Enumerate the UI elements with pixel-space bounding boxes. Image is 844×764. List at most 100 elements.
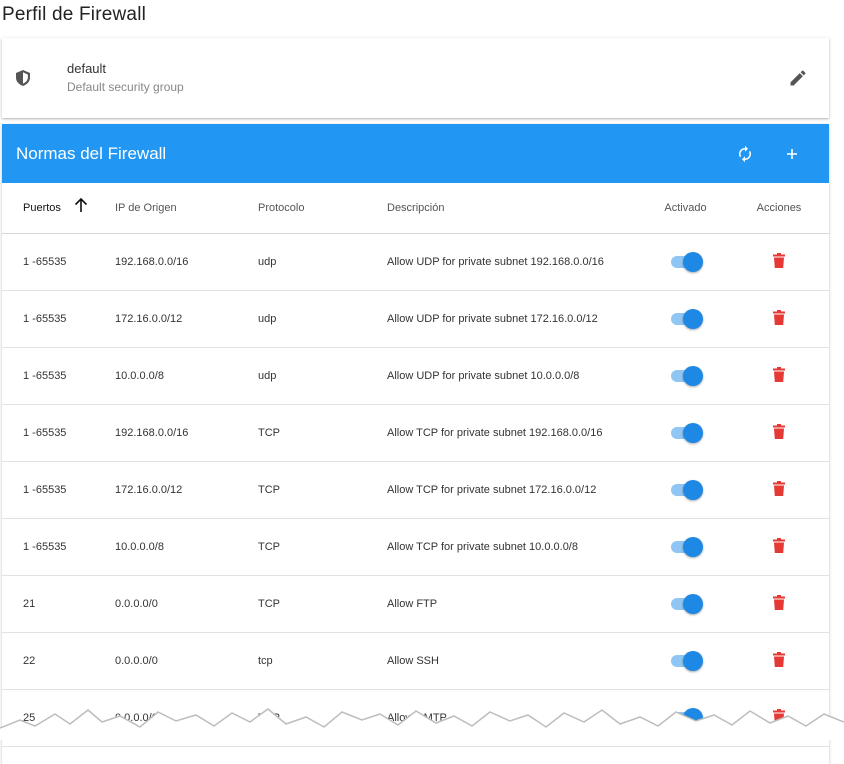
profile-card: default Default security group bbox=[2, 38, 829, 118]
column-header-enabled[interactable]: Activado bbox=[642, 183, 729, 234]
enabled-toggle[interactable] bbox=[670, 366, 703, 386]
cell-ports: 1 -65535 bbox=[2, 518, 115, 576]
toggle-thumb bbox=[682, 366, 703, 386]
toggle-thumb bbox=[682, 537, 703, 557]
firewall-rules-panel: Normas del Firewall Puertos IP de Origen… bbox=[2, 124, 829, 764]
cell-ports: 1 -65535 bbox=[2, 290, 115, 348]
edit-profile-button[interactable] bbox=[788, 68, 808, 88]
toggle-thumb bbox=[682, 252, 703, 272]
plus-icon bbox=[780, 149, 804, 170]
cell-ports: 22 bbox=[2, 632, 115, 690]
trash-icon bbox=[773, 310, 785, 328]
toggle-thumb bbox=[682, 651, 703, 671]
table-header-row: Puertos IP de Origen Protocolo Descripci… bbox=[2, 183, 829, 234]
refresh-button[interactable] bbox=[733, 142, 757, 166]
cell-actions bbox=[729, 290, 829, 348]
cell-source-ip: 0.0.0.0/0 bbox=[115, 632, 258, 690]
table-row: 22 0.0.0.0/0 tcp Allow SSH bbox=[2, 632, 829, 690]
cell-actions bbox=[729, 461, 829, 519]
cell-description: Allow TCP for private subnet 10.0.0.0/8 bbox=[387, 518, 642, 576]
rules-table: Puertos IP de Origen Protocolo Descripci… bbox=[2, 183, 829, 747]
cell-source-ip: 172.16.0.0/12 bbox=[115, 290, 258, 348]
rules-title: Normas del Firewall bbox=[16, 144, 167, 163]
cell-enabled bbox=[642, 290, 729, 348]
cell-source-ip: 192.168.0.0/16 bbox=[115, 233, 258, 291]
table-row: 1 -65535 172.16.0.0/12 udp Allow UDP for pr… bbox=[2, 290, 829, 348]
cell-enabled bbox=[642, 347, 729, 405]
table-row: 1 -65535 10.0.0.0/8 TCP Allow TCP for priva… bbox=[2, 518, 829, 576]
rules-header: Normas del Firewall bbox=[2, 124, 829, 183]
cell-protocol: TCP bbox=[258, 575, 387, 633]
cell-enabled bbox=[642, 575, 729, 633]
delete-rule-button[interactable] bbox=[773, 652, 785, 670]
cell-enabled bbox=[642, 632, 729, 690]
delete-rule-button[interactable] bbox=[773, 253, 785, 271]
cell-enabled bbox=[642, 518, 729, 576]
cell-ports: 1 -65535 bbox=[2, 404, 115, 462]
cell-actions bbox=[729, 347, 829, 405]
cell-protocol: TCP bbox=[258, 461, 387, 519]
enabled-toggle[interactable] bbox=[670, 252, 703, 272]
trash-icon bbox=[773, 481, 785, 499]
column-header-source-ip[interactable]: IP de Origen bbox=[115, 183, 258, 234]
cell-actions bbox=[729, 575, 829, 633]
trash-icon bbox=[773, 367, 785, 385]
enabled-toggle[interactable] bbox=[670, 594, 703, 614]
table-row: 1 -65535 10.0.0.0/8 udp Allow UDP for priva… bbox=[2, 347, 829, 405]
enabled-toggle[interactable] bbox=[670, 480, 703, 500]
enabled-toggle[interactable] bbox=[670, 423, 703, 443]
delete-rule-button[interactable] bbox=[773, 595, 785, 613]
torn-edge bbox=[0, 708, 844, 740]
cell-protocol: udp bbox=[258, 233, 387, 291]
delete-rule-button[interactable] bbox=[773, 310, 785, 328]
cell-ports: 1 -65535 bbox=[2, 461, 115, 519]
pencil-icon bbox=[788, 70, 808, 92]
delete-rule-button[interactable] bbox=[773, 538, 785, 556]
cell-actions bbox=[729, 518, 829, 576]
delete-rule-button[interactable] bbox=[773, 481, 785, 499]
table-row: 1 -65535 172.16.0.0/12 TCP Allow TCP for pr… bbox=[2, 461, 829, 519]
profile-name: default bbox=[67, 61, 107, 76]
enabled-toggle[interactable] bbox=[670, 651, 703, 671]
table-row: 21 0.0.0.0/0 TCP Allow FTP bbox=[2, 575, 829, 633]
cell-ports: 1 -65535 bbox=[2, 347, 115, 405]
cell-enabled bbox=[642, 233, 729, 291]
cell-description: Allow FTP bbox=[387, 575, 642, 633]
cell-source-ip: 192.168.0.0/16 bbox=[115, 404, 258, 462]
enabled-toggle[interactable] bbox=[670, 309, 703, 329]
cell-protocol: tcp bbox=[258, 632, 387, 690]
column-header-description[interactable]: Descripción bbox=[387, 183, 642, 234]
page-title: Perfil de Firewall bbox=[2, 4, 147, 25]
cell-description: Allow TCP for private subnet 172.16.0.0/… bbox=[387, 461, 642, 519]
cell-protocol: TCP bbox=[258, 404, 387, 462]
cell-actions bbox=[729, 233, 829, 291]
shield-icon bbox=[16, 70, 32, 86]
cell-source-ip: 0.0.0.0/0 bbox=[115, 575, 258, 633]
cell-enabled bbox=[642, 461, 729, 519]
column-header-actions: Acciones bbox=[729, 183, 829, 234]
column-header-protocol[interactable]: Protocolo bbox=[258, 183, 387, 234]
trash-icon bbox=[773, 538, 785, 556]
cell-actions bbox=[729, 404, 829, 462]
toggle-thumb bbox=[682, 480, 703, 500]
cell-protocol: udp bbox=[258, 290, 387, 348]
arrow-up-icon bbox=[74, 197, 88, 216]
trash-icon bbox=[773, 595, 785, 613]
delete-rule-button[interactable] bbox=[773, 367, 785, 385]
enabled-toggle[interactable] bbox=[670, 537, 703, 557]
add-rule-button[interactable] bbox=[780, 142, 804, 166]
cell-source-ip: 10.0.0.0/8 bbox=[115, 347, 258, 405]
table-row: 1 -65535 192.168.0.0/16 TCP Allow TCP for p… bbox=[2, 404, 829, 462]
toggle-thumb bbox=[682, 423, 703, 443]
cell-description: Allow SSH bbox=[387, 632, 642, 690]
cell-source-ip: 10.0.0.0/8 bbox=[115, 518, 258, 576]
trash-icon bbox=[773, 424, 785, 442]
cell-actions bbox=[729, 632, 829, 690]
toggle-thumb bbox=[682, 309, 703, 329]
trash-icon bbox=[773, 652, 785, 670]
refresh-icon bbox=[733, 145, 757, 170]
column-header-ports[interactable]: Puertos bbox=[2, 183, 115, 234]
cell-ports: 1 -65535 bbox=[2, 233, 115, 291]
cell-source-ip: 172.16.0.0/12 bbox=[115, 461, 258, 519]
delete-rule-button[interactable] bbox=[773, 424, 785, 442]
